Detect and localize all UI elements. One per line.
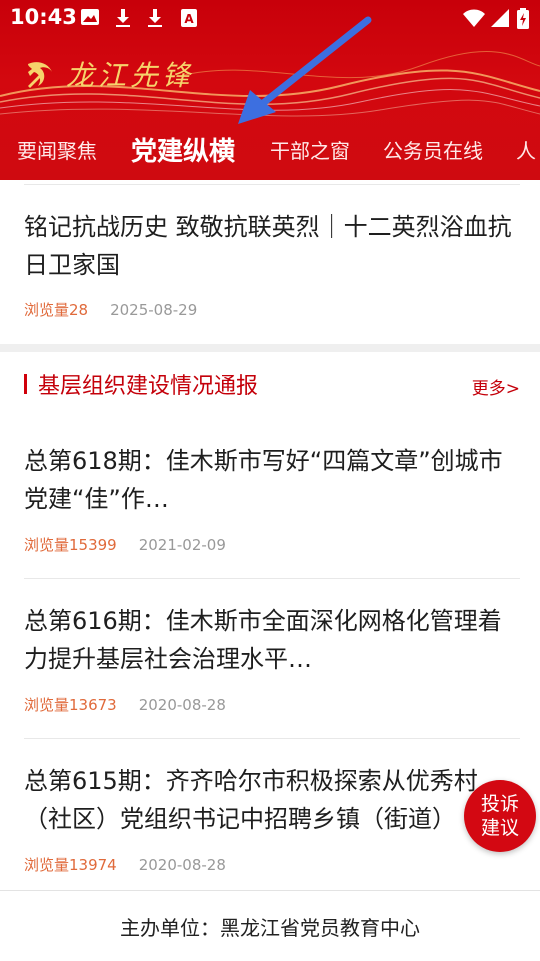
section-header: 基层组织建设情况通报 更多> xyxy=(0,368,540,402)
a-icon: A xyxy=(181,9,197,27)
footer-text: 主办单位：黑龙江省党员教育中心 xyxy=(120,915,420,940)
app-title: 龙江先锋 xyxy=(66,59,195,92)
article-date: 2021-02-09 xyxy=(138,536,226,554)
view-count: 浏览量28 xyxy=(24,301,89,319)
article-title[interactable]: 总第616期：佳木斯市全面深化网格化管理着力提升基层社会治理水平… xyxy=(24,602,519,678)
download-icon xyxy=(116,9,130,27)
download-icon xyxy=(148,9,162,27)
image-icon xyxy=(81,9,99,25)
tab-more-partial[interactable]: 人 xyxy=(499,135,540,164)
article-title[interactable]: 总第618期：佳木斯市写好“四篇文章”创城市党建“佳”作… xyxy=(24,442,519,518)
tab-cadre-window[interactable]: 干部之窗 xyxy=(253,135,366,164)
article-meta: 浏览量15399 2021-02-09 xyxy=(24,534,226,555)
section-title: 基层组织建设情况通报 xyxy=(38,374,259,399)
article-meta: 浏览量13673 2020-08-28 xyxy=(24,694,226,715)
divider xyxy=(24,738,520,739)
signal-icon xyxy=(491,9,509,27)
top-article[interactable]: 铭记抗战历史 致敬抗联英烈｜十二英烈浴血抗日卫家国 浏览量28 2025-08-2… xyxy=(0,180,540,344)
tab-party-building[interactable]: 党建纵横 xyxy=(113,131,253,168)
svg-text:A: A xyxy=(184,12,194,26)
view-count: 浏览量13974 xyxy=(24,856,117,874)
tab-civil-servant[interactable]: 公务员在线 xyxy=(366,135,499,164)
wifi-icon xyxy=(463,9,485,27)
fab-line-1: 投诉 xyxy=(480,793,519,815)
party-emblem-icon xyxy=(28,62,52,88)
status-bar: 10:43 A xyxy=(0,0,540,36)
list-item[interactable]: 总第618期：佳木斯市写好“四篇文章”创城市党建“佳”作… 浏览量15399 20… xyxy=(0,438,540,588)
view-count: 浏览量13673 xyxy=(24,696,117,714)
battery-icon xyxy=(517,8,529,29)
article-title[interactable]: 总第615期：齐齐哈尔市积极探索从优秀村（社区）党组织书记中招聘乡镇（街道） xyxy=(24,762,519,838)
footer: 主办单位：黑龙江省党员教育中心 xyxy=(0,890,540,961)
divider xyxy=(24,184,520,185)
article-title[interactable]: 铭记抗战历史 致敬抗联英烈｜十二英烈浴血抗日卫家国 xyxy=(24,208,519,284)
app-header: 10:43 A 龙江先锋 要闻聚焦 党建纵横 干部之窗 公务员在线 人 xyxy=(0,0,540,180)
list-item[interactable]: 总第615期：齐齐哈尔市积极探索从优秀村（社区）党组织书记中招聘乡镇（街道） 浏… xyxy=(0,758,540,888)
app-logo: 龙江先锋 xyxy=(22,54,194,94)
article-meta: 浏览量28 2025-08-29 xyxy=(24,299,197,320)
view-count: 浏览量15399 xyxy=(24,536,117,554)
fab-line-2: 建议 xyxy=(480,817,519,839)
article-date: 2020-08-28 xyxy=(138,856,226,874)
status-time: 10:43 xyxy=(10,5,77,29)
article-date: 2025-08-29 xyxy=(110,301,198,319)
section-separator xyxy=(0,344,540,352)
tab-bar: 要闻聚焦 党建纵横 干部之窗 公务员在线 人 xyxy=(0,118,540,180)
divider xyxy=(24,578,520,579)
list-item[interactable]: 总第616期：佳木斯市全面深化网格化管理着力提升基层社会治理水平… 浏览量136… xyxy=(0,598,540,748)
tab-news-focus[interactable]: 要闻聚焦 xyxy=(0,135,113,164)
section-marker xyxy=(24,374,27,394)
more-link[interactable]: 更多> xyxy=(472,374,520,399)
article-date: 2020-08-28 xyxy=(138,696,226,714)
article-meta: 浏览量13974 2020-08-28 xyxy=(24,854,226,875)
complaint-suggestion-button[interactable]: 投诉 建议 xyxy=(464,780,536,852)
